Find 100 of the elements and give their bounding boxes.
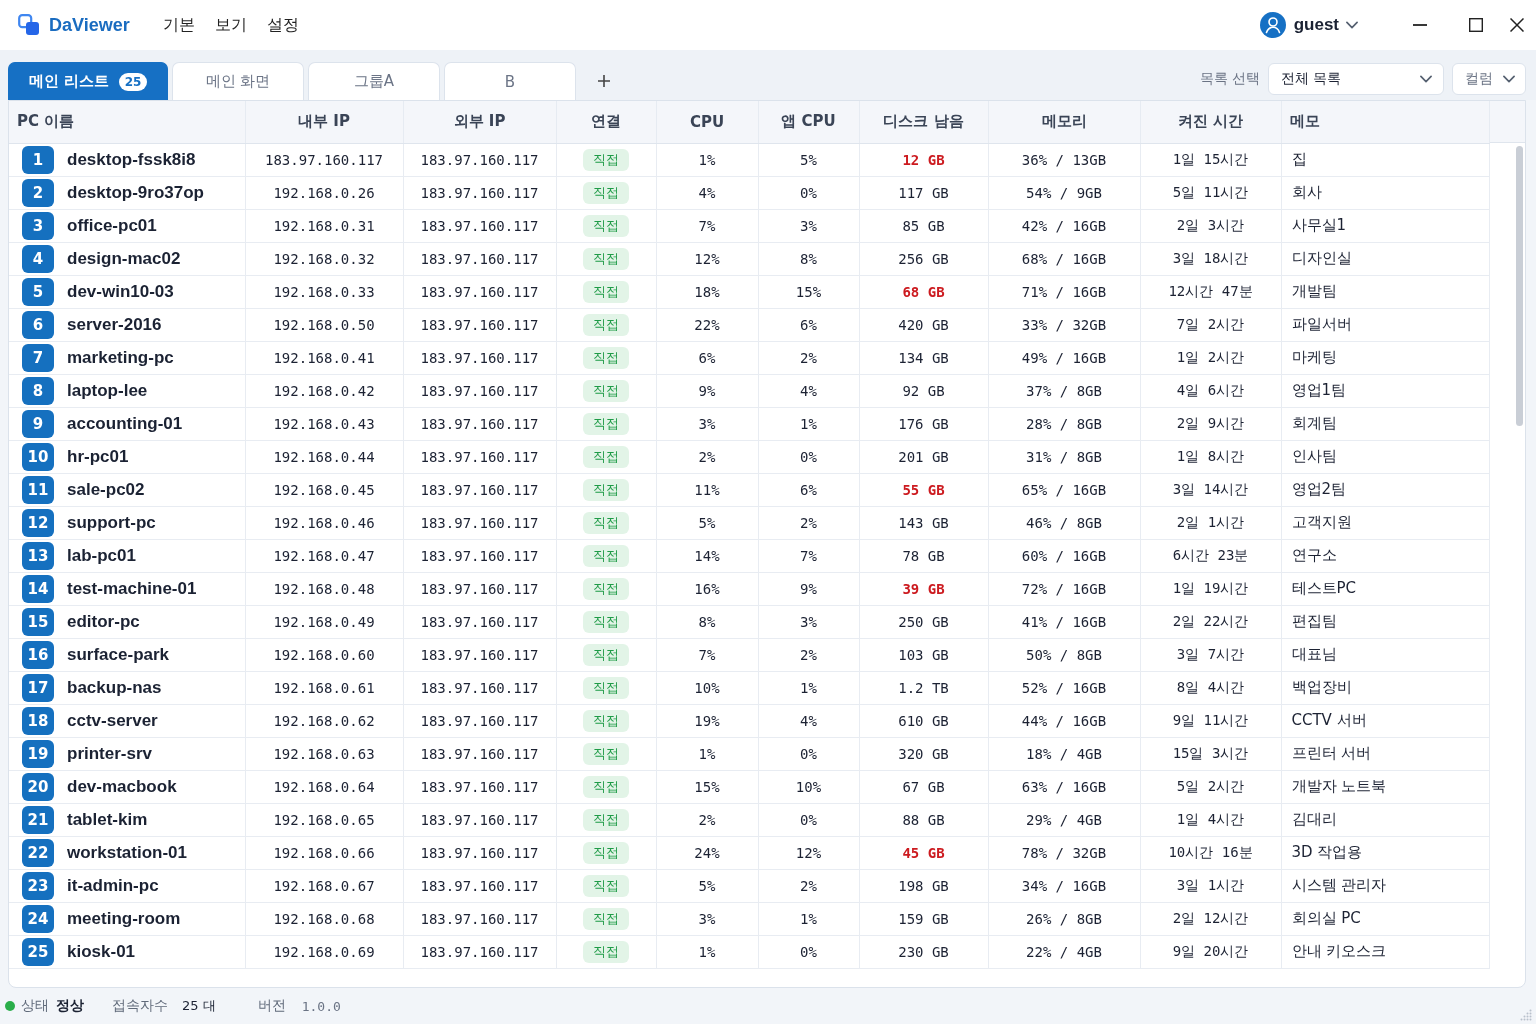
table-cell: 1일 4시간	[1140, 803, 1281, 836]
connection-tag: 직접	[583, 808, 629, 831]
table-cell: 0%	[758, 440, 859, 473]
table-cell: 192.168.0.60	[245, 638, 403, 671]
connection-tag: 직접	[583, 181, 629, 204]
user-menu-button[interactable]: guest	[1259, 12, 1358, 38]
table-cell: 22%	[656, 308, 758, 341]
table-cell: 12시간 47분	[1140, 275, 1281, 308]
column-header[interactable]: 연결	[556, 101, 656, 143]
table-cell: 78% / 32GB	[988, 836, 1140, 869]
table-cell: 68 GB	[859, 275, 988, 308]
column-header[interactable]: 메모	[1281, 101, 1489, 143]
table-cell: 회계팀	[1281, 407, 1489, 440]
table-cell: 192.168.0.67	[245, 869, 403, 902]
table-cell: 5일 11시간	[1140, 176, 1281, 209]
table-cell: 9일 11시간	[1140, 704, 1281, 737]
table-cell: 마케팅	[1281, 341, 1489, 374]
table-cell: 1%	[758, 671, 859, 704]
table-cell: 2%	[758, 506, 859, 539]
row-number-badge: 14	[22, 574, 54, 603]
table-cell: 92 GB	[859, 374, 988, 407]
table-cell: 183.97.160.117	[403, 506, 556, 539]
table-cell: 1일 19시간	[1140, 572, 1281, 605]
column-header[interactable]: 켜진 시간	[1140, 101, 1281, 143]
tab[interactable]: 메인 리스트 25	[8, 62, 168, 100]
table-cell: 192.168.0.66	[245, 836, 403, 869]
table-cell: 8%	[758, 242, 859, 275]
columns-button[interactable]: 컬럼	[1452, 63, 1526, 95]
minimize-icon	[1413, 24, 1427, 26]
table-cell: 192.168.0.46	[245, 506, 403, 539]
table-cell: 파일서버	[1281, 308, 1489, 341]
column-header[interactable]: PC 이름	[9, 101, 245, 143]
connection-tag: 직접	[583, 445, 629, 468]
table-cell: 12%	[656, 242, 758, 275]
row-number-badge: 5	[22, 277, 54, 306]
table-cell: 192.168.0.45	[245, 473, 403, 506]
table-cell: 7%	[656, 209, 758, 242]
table-cell: 183.97.160.117	[403, 935, 556, 968]
table-cell: 2일 12시간	[1140, 902, 1281, 935]
menu-item[interactable]: 기본	[159, 12, 198, 38]
table-cell: 420 GB	[859, 308, 988, 341]
table-cell: 3D 작업용	[1281, 836, 1489, 869]
table-cell: 백업장비	[1281, 671, 1489, 704]
connection-tag: 직접	[583, 643, 629, 666]
pc-name: design-mac02	[67, 248, 181, 269]
table-cell: 1%	[758, 407, 859, 440]
table-cell: 63% / 16GB	[988, 770, 1140, 803]
table-cell: 영업1팀	[1281, 374, 1489, 407]
scrollbar-thumb[interactable]	[1516, 146, 1523, 426]
table-cell: 9%	[656, 374, 758, 407]
menu-item[interactable]: 보기	[211, 12, 250, 38]
row-number-badge: 6	[22, 310, 54, 339]
connection-tag: 직접	[583, 577, 629, 600]
menu-item[interactable]: 설정	[263, 12, 302, 38]
table-cell: 183.97.160.117	[245, 143, 403, 176]
connection-tag: 직접	[583, 379, 629, 402]
tab[interactable]: 그룹A	[308, 62, 440, 100]
pc-name: marketing-pc	[67, 347, 174, 368]
table-cell: 3%	[656, 407, 758, 440]
column-header[interactable]: 메모리	[988, 101, 1140, 143]
table-cell: 103 GB	[859, 638, 988, 671]
table-cell: 41% / 16GB	[988, 605, 1140, 638]
table-cell: 18% / 4GB	[988, 737, 1140, 770]
connection-tag: 직접	[583, 841, 629, 864]
tab[interactable]: B	[444, 62, 576, 100]
column-header[interactable]: 내부 IP	[245, 101, 403, 143]
table-cell: 117 GB	[859, 176, 988, 209]
table-cell: 1일 8시간	[1140, 440, 1281, 473]
table-cell: 49% / 16GB	[988, 341, 1140, 374]
pc-name: desktop-fssk8i8	[67, 149, 196, 170]
table-cell: 2일 9시간	[1140, 407, 1281, 440]
version-label: 버전	[257, 997, 286, 1015]
table-cell: 183.97.160.117	[403, 341, 556, 374]
table-cell: 610 GB	[859, 704, 988, 737]
row-number-badge: 19	[22, 739, 54, 768]
column-header[interactable]: 외부 IP	[403, 101, 556, 143]
table-cell: 김대리	[1281, 803, 1489, 836]
column-header[interactable]: CPU	[656, 101, 758, 143]
connection-tag: 직접	[583, 709, 629, 732]
tab[interactable]: 메인 화면	[172, 62, 304, 100]
connection-tag: 직접	[583, 676, 629, 699]
table-cell: 50% / 8GB	[988, 638, 1140, 671]
table-cell: 183.97.160.117	[403, 242, 556, 275]
table-cell: 4일 6시간	[1140, 374, 1281, 407]
pc-name: laptop-lee	[67, 380, 148, 401]
table-cell: 52% / 16GB	[988, 671, 1140, 704]
table-cell: 15%	[758, 275, 859, 308]
pc-name: server-2016	[67, 314, 162, 335]
table-cell: 192.168.0.42	[245, 374, 403, 407]
row-number-badge: 21	[22, 805, 54, 834]
pc-name: lab-pc01	[67, 545, 136, 566]
column-header[interactable]: 앱 CPU	[758, 101, 859, 143]
column-header[interactable]: 디스크 남음	[859, 101, 988, 143]
resize-grip-icon[interactable]	[1520, 1009, 1532, 1021]
table-cell: 183.97.160.117	[403, 176, 556, 209]
table-cell: 183.97.160.117	[403, 473, 556, 506]
table-cell: 사무실1	[1281, 209, 1489, 242]
table-cell: 33% / 32GB	[988, 308, 1140, 341]
list-dropdown[interactable]: 전체 목록	[1268, 63, 1444, 95]
table-cell: 6%	[758, 473, 859, 506]
